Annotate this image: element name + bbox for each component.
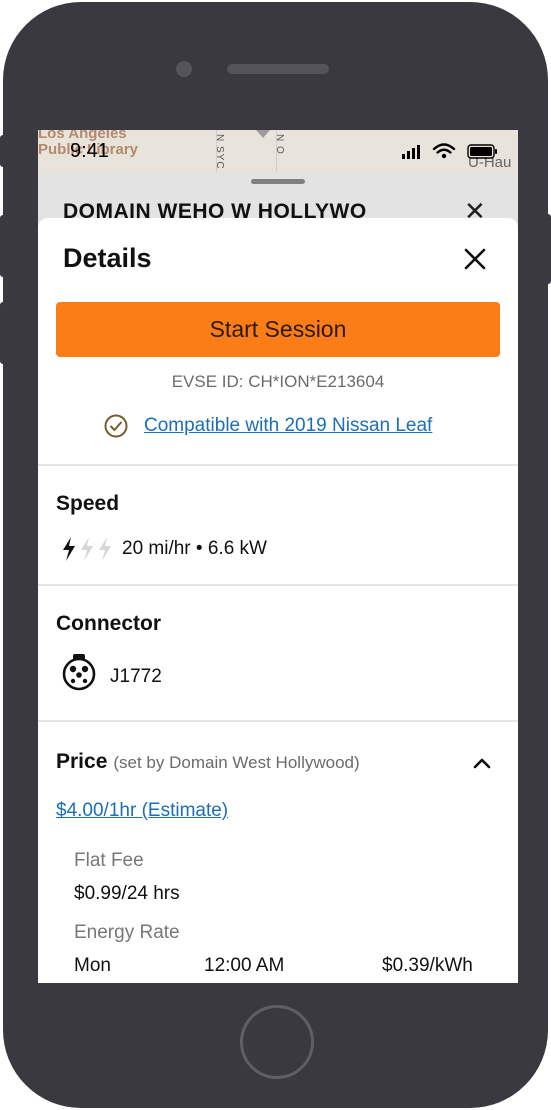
speed-heading: Speed	[56, 492, 120, 515]
divider	[38, 584, 518, 586]
flat-fee-label: Flat Fee	[74, 850, 144, 871]
speed-value: 20 mi/hr • 6.6 kW	[122, 538, 267, 559]
volume-down-button	[0, 302, 6, 364]
details-title: Details	[63, 243, 152, 273]
connector-heading: Connector	[56, 612, 161, 635]
power-button	[545, 214, 551, 284]
sheet-grabber[interactable]	[251, 179, 305, 184]
chevron-up-icon[interactable]	[472, 756, 492, 770]
signal-icon	[402, 145, 420, 159]
start-session-button[interactable]: Start Session	[56, 302, 500, 357]
rate-day: Mon	[74, 955, 111, 976]
status-icons	[402, 143, 497, 159]
battery-icon	[467, 144, 497, 159]
front-camera	[176, 61, 192, 77]
flat-fee-value: $0.99/24 hrs	[74, 883, 180, 904]
check-circle-icon	[104, 414, 128, 438]
mute-switch	[0, 135, 6, 167]
rate-time: 12:00 AM	[204, 955, 285, 976]
j1772-connector-icon	[62, 654, 96, 691]
price-header: Price (set by Domain West Hollywood)	[56, 750, 360, 774]
map-pin-icon	[256, 130, 270, 138]
map-street-label: N O	[274, 134, 285, 155]
status-time: 9:41	[70, 140, 109, 162]
screen: Los Angeles Public Library N SYC N O U-H…	[38, 130, 518, 983]
price-heading: Price	[56, 750, 108, 773]
energy-rate-label: Energy Rate	[74, 922, 180, 943]
home-button[interactable]	[240, 1005, 314, 1079]
volume-up-button	[0, 215, 6, 277]
speed-bolts-icon	[63, 537, 111, 561]
phone-frame: Los Angeles Public Library N SYC N O U-H…	[3, 2, 548, 1108]
evse-id: EVSE ID: CH*ION*E213604	[171, 372, 385, 391]
divider	[38, 720, 518, 722]
connector-type: J1772	[110, 666, 162, 687]
wifi-icon	[432, 143, 456, 154]
map-street-label: N SYC	[214, 134, 225, 170]
compatible-vehicle-link[interactable]: Compatible with 2019 Nissan Leaf	[144, 415, 432, 437]
details-sheet: Details Start Session EVSE ID: CH*ION*E2…	[38, 218, 518, 983]
divider	[38, 464, 518, 466]
earpiece-speaker	[227, 64, 329, 74]
price-set-by: (set by Domain West Hollywood)	[113, 753, 360, 772]
close-icon[interactable]	[462, 246, 488, 272]
rate-value: $0.39/kWh	[382, 955, 473, 976]
price-estimate-link[interactable]: $4.00/1hr (Estimate)	[56, 800, 228, 822]
